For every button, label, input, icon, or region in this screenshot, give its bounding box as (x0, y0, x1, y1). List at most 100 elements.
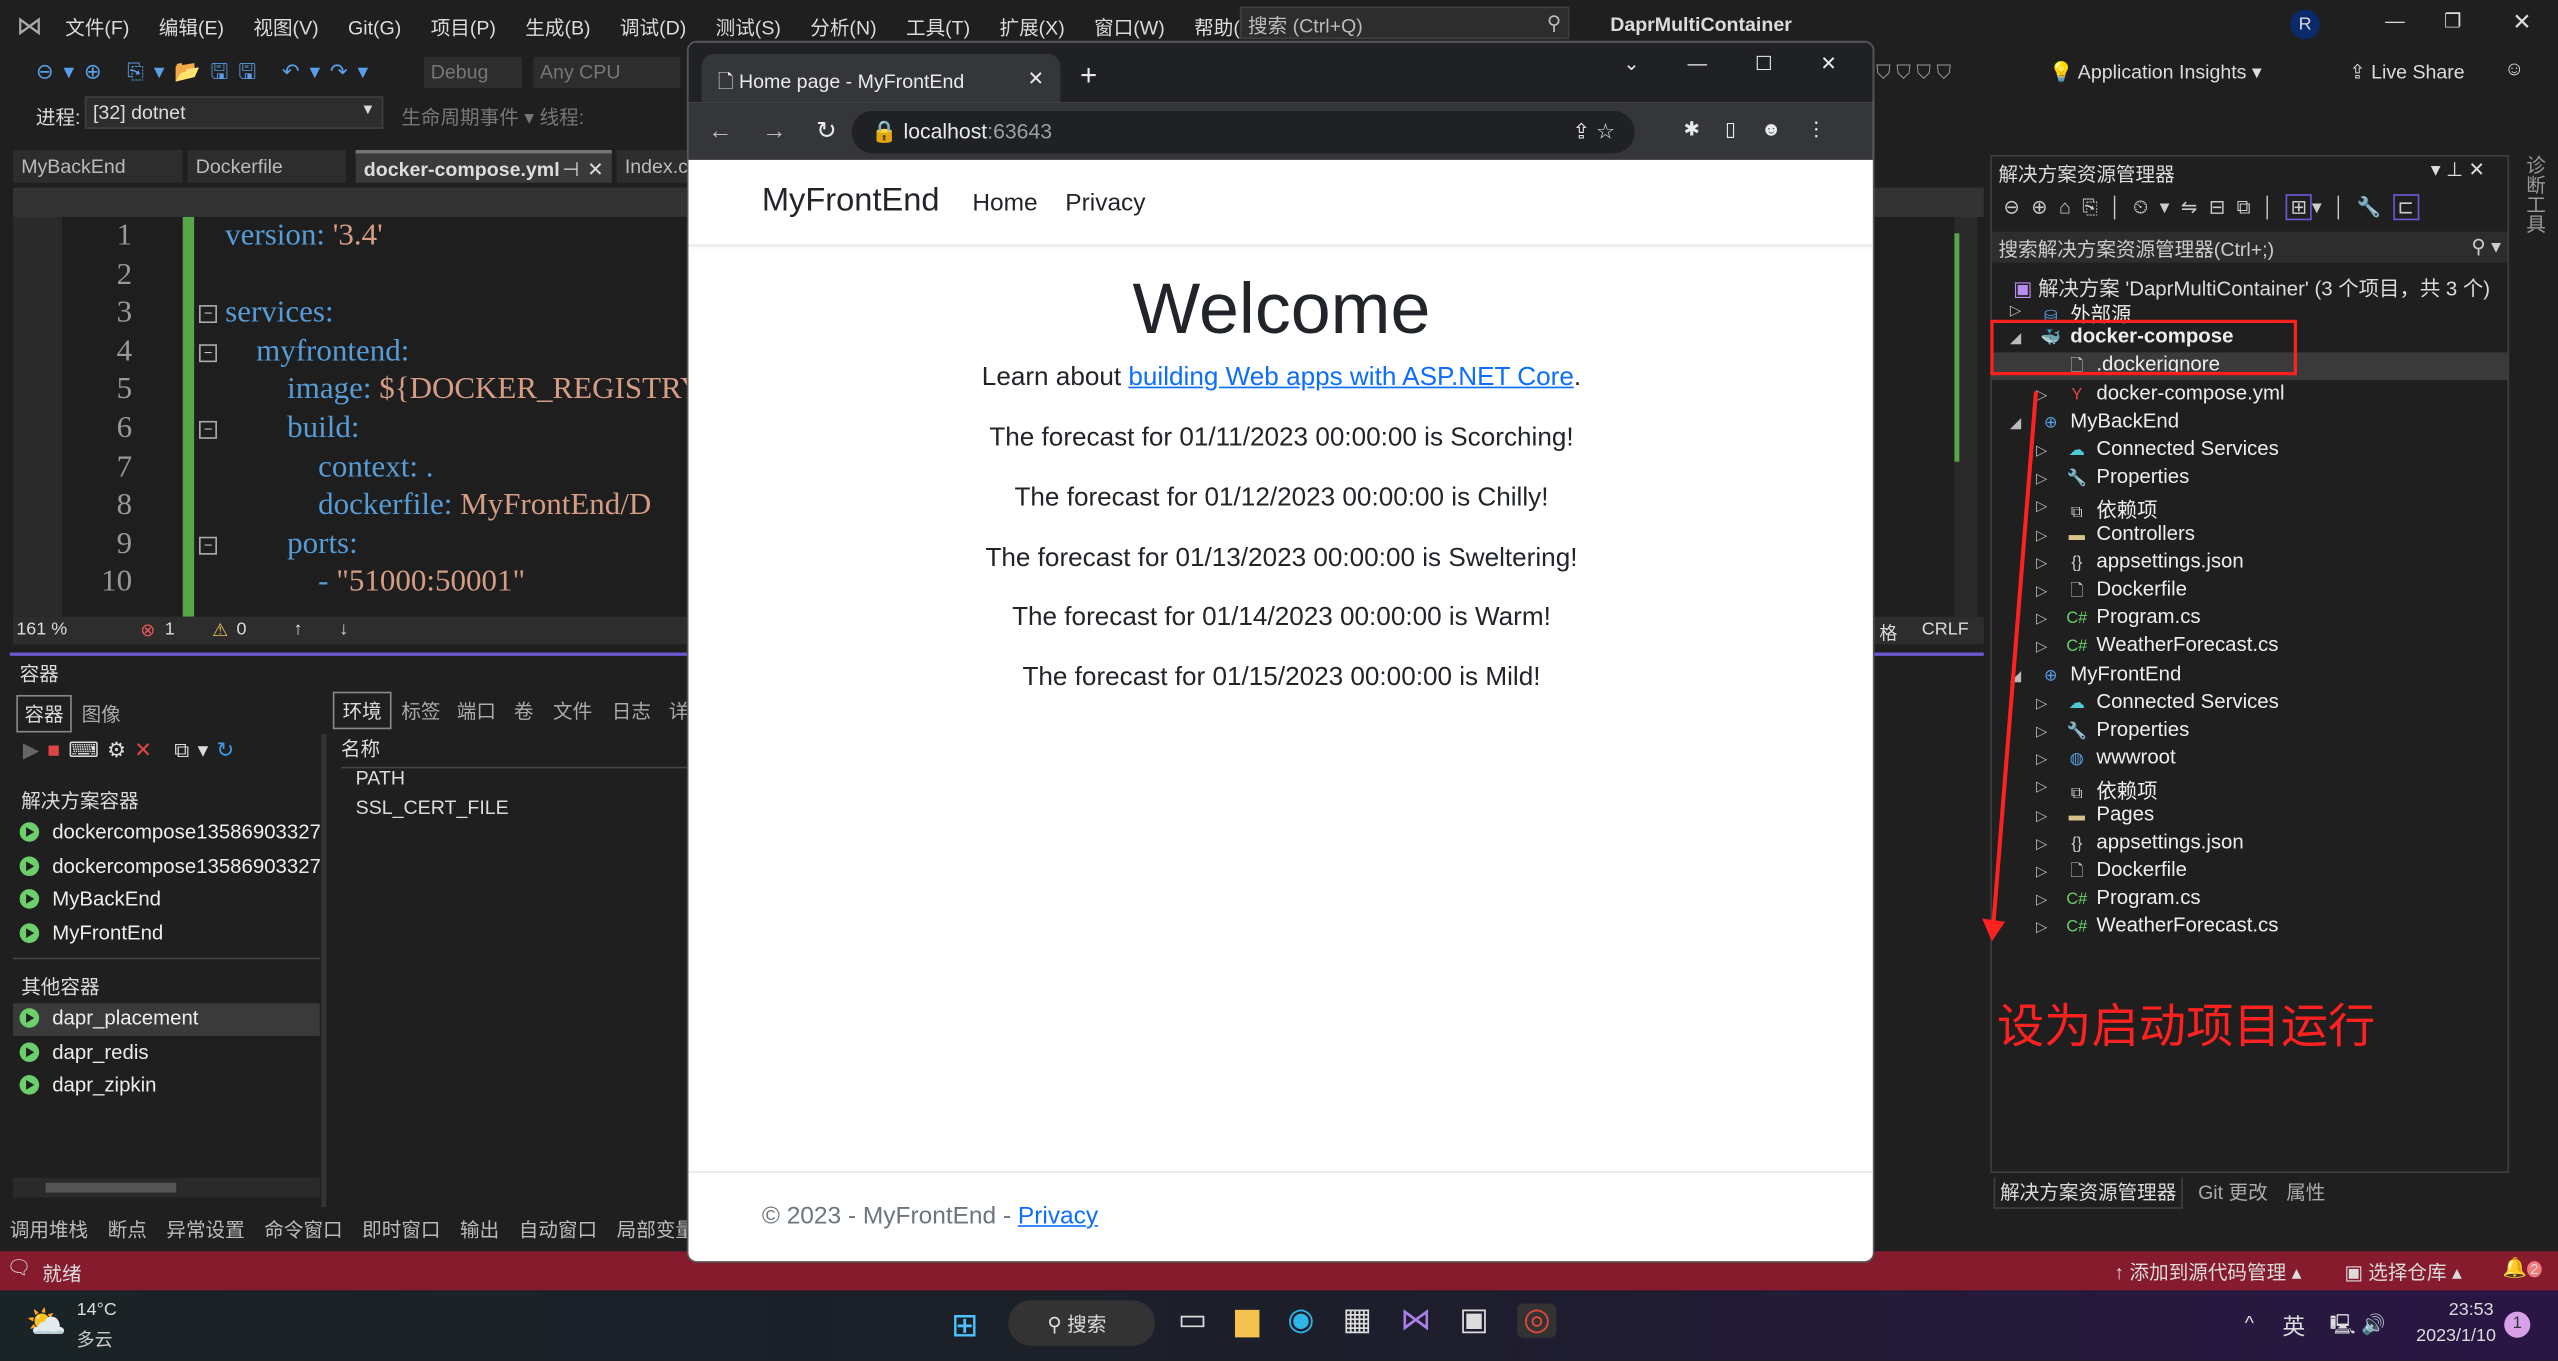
new-tab-button[interactable]: + (1080, 59, 1097, 93)
tree-item[interactable]: 🔧 Properties (2065, 718, 2190, 741)
settings-icon[interactable]: ⚙ (107, 737, 134, 761)
browser-nav-buttons[interactable]: ← → ↻ (708, 116, 837, 145)
menu-item[interactable]: Git(G) (348, 16, 401, 39)
fold-toggle-icon[interactable]: − (199, 536, 217, 555)
menu-item[interactable]: 编辑(E) (159, 16, 224, 39)
tree-item[interactable]: 🗋 Dockerfile (2065, 578, 2187, 607)
taskbar-apps[interactable]: ▭ ▆ ◉ ▦ ⋈ ▣ ◎ (1178, 1302, 1557, 1340)
pin-icon[interactable]: ⊣ (562, 153, 579, 186)
menu-item[interactable]: 项目(P) (431, 16, 496, 39)
tab-containers[interactable]: 容器 (16, 694, 72, 733)
menu-item[interactable]: 扩展(X) (1000, 16, 1065, 39)
minimize-button[interactable]: — (2385, 10, 2405, 33)
tree-item[interactable]: 🔧 Properties (2065, 465, 2190, 488)
fold-toggle-icon[interactable]: − (199, 305, 217, 324)
menu-item[interactable]: 测试(S) (716, 16, 781, 39)
tree-item[interactable]: {} appsettings.json (2065, 549, 2243, 572)
bottom-tab[interactable]: 断点 (108, 1215, 147, 1243)
live-share-button[interactable]: ⇪ Live Share (2349, 60, 2464, 83)
start-icon[interactable]: ▶ (23, 737, 47, 761)
start-button[interactable]: ⊞ (951, 1305, 978, 1346)
network-volume-icons[interactable]: 🖳 🔊 (2330, 1310, 2386, 1344)
doc-tab[interactable]: MyBackEnd (13, 150, 183, 183)
bottom-tab[interactable]: 输出 (460, 1215, 499, 1243)
clock-date[interactable]: 2023/1/10 (2416, 1326, 2496, 1346)
browser-extension-icons[interactable]: ✱ ▯ ☻ ⋮ (1684, 117, 1826, 140)
app-insights-button[interactable]: 💡 Application Insights ▾ (2049, 60, 2262, 83)
tree-item[interactable]: ⧉ 依赖项 (2065, 774, 2158, 805)
up-arrow-icon[interactable]: ↑ (294, 620, 303, 640)
diagnostic-tools-tab[interactable]: 诊断工具 (2522, 155, 2550, 233)
tree-item[interactable]: ☁ Connected Services (2065, 437, 2279, 460)
weather-icon[interactable]: ⛅ (26, 1302, 67, 1343)
stop-icon[interactable]: ■ (47, 737, 68, 761)
tree-item[interactable]: ⊕ MyFrontEnd (2039, 662, 2182, 685)
detail-tab[interactable]: 环境 (332, 691, 392, 730)
browser-window-controls[interactable]: ⌄ — ☐ ✕ (1623, 52, 1837, 75)
menu-item[interactable]: 文件(F) (65, 16, 129, 39)
share-star-icons[interactable]: ⇪ ☆ (1572, 119, 1615, 145)
tree-item[interactable]: C# WeatherForecast.cs (2065, 634, 2278, 657)
tree-item[interactable]: C# WeatherForecast.cs (2065, 914, 2278, 937)
browser-tab[interactable]: 🗋 Home page - MyFrontEnd ✕ (701, 53, 1061, 103)
container-item[interactable]: dapr_redis (19, 1040, 149, 1063)
select-repo-button[interactable]: ▣ 选择仓库 ▴ (2344, 1258, 2462, 1286)
process-dropdown[interactable]: [32] dotnet ▼ (84, 96, 384, 129)
delete-icon[interactable]: ✕ (134, 737, 160, 761)
tree-item[interactable]: ⊕ MyBackEnd (2039, 409, 2179, 432)
weather-temp[interactable]: 14°C (77, 1300, 117, 1320)
container-list-scrollbar[interactable] (13, 1177, 320, 1198)
container-item[interactable]: MyBackEnd (19, 887, 320, 910)
nav-privacy[interactable]: Privacy (1065, 189, 1145, 217)
tab-images[interactable]: 图像 (82, 700, 121, 728)
tab-properties[interactable]: 属性 (2286, 1181, 2325, 1204)
fold-toggle-icon[interactable]: − (199, 343, 217, 362)
menu-item[interactable]: 视图(V) (253, 16, 318, 39)
detail-tab[interactable]: 标签 (401, 697, 440, 725)
notifications-button[interactable]: 🔔 2 (2503, 1256, 2542, 1279)
refresh-icon[interactable]: ↻ (216, 737, 242, 761)
tree-item[interactable]: 🗋 Dockerfile (2065, 858, 2187, 887)
column-header-name[interactable]: 名称 (340, 734, 700, 769)
tree-item[interactable]: C# Program.cs (2065, 886, 2200, 909)
tree-item[interactable]: ◍ wwwroot (2065, 746, 2176, 769)
error-count[interactable]: 1 (165, 620, 175, 640)
bottom-tab[interactable]: 即时窗口 (362, 1215, 440, 1243)
platform-dropdown[interactable]: Any CPU (533, 57, 681, 89)
line-ending[interactable]: CRLF (1922, 620, 1969, 640)
down-arrow-icon[interactable]: ↓ (339, 620, 348, 640)
pane-splitter[interactable] (321, 734, 327, 1208)
bottom-tab[interactable]: 局部变量 (617, 1215, 695, 1243)
tree-item[interactable]: {} appsettings.json (2065, 830, 2243, 853)
container-item[interactable]: MyFrontEnd (19, 921, 320, 944)
close-button[interactable]: ✕ (2512, 8, 2531, 36)
menu-item[interactable]: 工具(T) (906, 16, 970, 39)
menu-item[interactable]: 分析(N) (810, 16, 876, 39)
tab-solution-explorer[interactable]: 解决方案资源管理器 (1993, 1177, 2183, 1209)
detail-tab[interactable]: 详 (669, 697, 689, 725)
config-dropdown[interactable]: Debug (424, 57, 523, 89)
env-row[interactable]: SSL_CERT_FILE (356, 796, 509, 819)
aspnet-docs-link[interactable]: building Web apps with ASP.NET Core (1128, 364, 1573, 392)
tree-item[interactable]: Ydocker-compose.yml (2065, 381, 2284, 404)
warning-count[interactable]: 0 (237, 620, 247, 640)
preview-icon[interactable]: ⊏ (2392, 194, 2419, 221)
container-item[interactable]: dockercompose135869033274 (19, 854, 320, 877)
terminal-icon[interactable]: ⌨ (68, 737, 107, 761)
add-source-control-button[interactable]: ↑ 添加到源代码管理 ▴ (2114, 1258, 2301, 1286)
toggle-view-icon[interactable]: ⊞ (2285, 194, 2312, 221)
container-item[interactable]: dapr_placement (19, 1007, 199, 1029)
bottom-tab[interactable]: 异常设置 (166, 1215, 244, 1243)
restore-button[interactable]: ❐ (2444, 10, 2462, 33)
doc-tab[interactable]: Index.c (616, 150, 691, 183)
doc-tab[interactable]: docker-compose.yml ⊣ ✕ (355, 150, 612, 186)
bottom-tab[interactable]: 自动窗口 (519, 1215, 597, 1243)
menu-item[interactable]: 生成(B) (525, 16, 590, 39)
address-bar[interactable]: 🔒 localhost:63643 ⇪ ☆ (851, 110, 1635, 154)
doc-tab[interactable]: Dockerfile (187, 150, 346, 183)
detail-tab[interactable]: 卷 (514, 697, 534, 725)
tab-close-icon[interactable]: ✕ (1028, 67, 1044, 90)
tree-item[interactable]: ☁ Connected Services (2065, 690, 2279, 713)
tree-item[interactable]: ⧉ 依赖项 (2065, 493, 2158, 524)
explorer-search-input[interactable]: 搜索解决方案资源管理器(Ctrl+;) ⚲ ▾ (1991, 231, 2508, 263)
